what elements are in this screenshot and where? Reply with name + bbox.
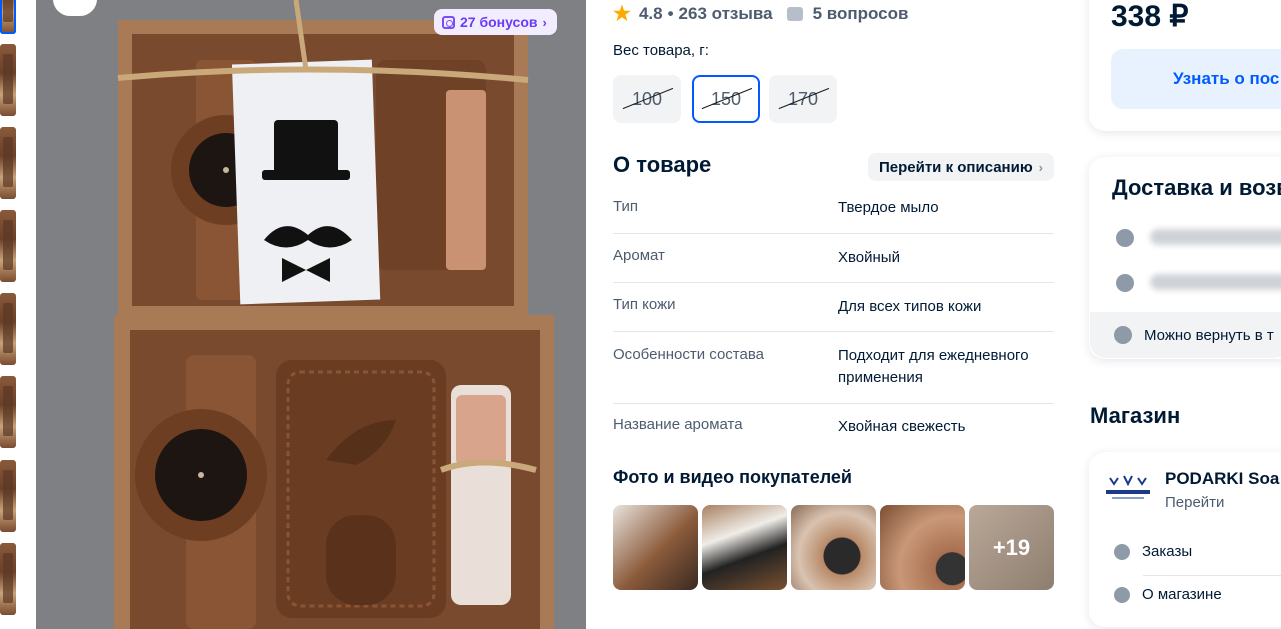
shop-about-link[interactable]: О магазине	[1114, 586, 1222, 603]
goto-description-label: Перейти к описанию	[878, 158, 1033, 176]
questions-link[interactable]: 5 вопросов	[813, 4, 909, 24]
return-text: Можно вернуть в т	[1144, 326, 1274, 344]
rating-value: 4.8	[638, 4, 663, 23]
learn-more-label: Узнать о пос	[1173, 69, 1280, 88]
thumbnail[interactable]	[0, 44, 16, 116]
spec-row: Тип Твердое мыло	[613, 196, 1054, 234]
weight-label: Вес товара, г:	[613, 42, 709, 59]
thumbnail[interactable]	[0, 210, 16, 282]
customer-photo[interactable]	[880, 505, 965, 590]
clock-icon	[1116, 274, 1134, 292]
return-icon	[1114, 326, 1132, 344]
shop-about-label: О магазине	[1142, 586, 1222, 603]
more-photos-button[interactable]: +19	[969, 505, 1054, 590]
customer-photo[interactable]	[702, 505, 787, 590]
thumbnail[interactable]	[0, 127, 16, 199]
shop-orders-link[interactable]: Заказы	[1114, 543, 1192, 560]
spec-value: Хвойный	[838, 249, 900, 266]
thumbnail[interactable]	[0, 460, 16, 532]
customer-photos-title: Фото и видео покупателей	[613, 467, 852, 487]
goto-description-button[interactable]: Перейти к описанию ›	[868, 153, 1054, 181]
spec-value: Хвойная свежесть	[838, 418, 966, 435]
customer-photo[interactable]	[613, 505, 698, 590]
thumbnail[interactable]	[0, 543, 16, 615]
info-icon	[1114, 586, 1130, 603]
spec-name: Тип кожи	[613, 296, 676, 313]
shop-logo[interactable]	[1104, 470, 1152, 504]
more-photos-count: +19	[992, 534, 1031, 560]
about-title: О товаре	[613, 152, 712, 177]
spec-name: Аромат	[613, 247, 665, 264]
thumbnail-strip	[0, 0, 22, 629]
delivery-address-blurred[interactable]	[1150, 229, 1281, 245]
spec-name: Название аромата	[613, 416, 743, 433]
return-info[interactable]: Можно вернуть в т	[1090, 312, 1281, 358]
chevron-right-icon: ›	[1038, 159, 1043, 175]
delivery-time-blurred	[1150, 274, 1281, 290]
spec-value: Подходит для ежедневного применения	[838, 347, 1029, 386]
spec-row: Тип кожи Для всех типов кожи	[613, 283, 1054, 332]
delivery-title: Доставка и возв	[1112, 175, 1281, 200]
bonus-badge[interactable]: 27 бонусов ›	[434, 9, 557, 35]
spec-row: Название аромата Хвойная свежесть	[613, 404, 1054, 448]
price: 338 ₽	[1111, 0, 1189, 33]
shop-title: Магазин	[1090, 403, 1181, 428]
orders-icon	[1114, 543, 1130, 560]
weight-option-150[interactable]: 150	[692, 75, 760, 123]
spec-name: Тип	[613, 198, 639, 215]
location-icon	[1116, 229, 1134, 247]
shop-goto-link[interactable]: Перейти	[1165, 494, 1224, 511]
learn-more-button[interactable]: Узнать о пос	[1111, 49, 1281, 109]
question-icon	[786, 7, 803, 21]
bonus-label: 27 бонусов	[460, 14, 538, 30]
spec-value: Для всех типов кожи	[838, 298, 982, 315]
thumbnail[interactable]	[0, 0, 16, 34]
spec-row: Аромат Хвойный	[613, 234, 1054, 283]
weight-option-170[interactable]: 170	[769, 75, 837, 123]
spec-row: Особенности состава Подходит для ежеднев…	[613, 332, 1054, 404]
star-icon: ★	[613, 3, 631, 25]
rating-separator: •	[667, 4, 674, 23]
spec-value: Твердое мыло	[838, 199, 939, 216]
product-image	[36, 0, 586, 629]
thumbnail[interactable]	[0, 293, 16, 365]
customer-photo[interactable]	[791, 505, 876, 590]
weight-option-100[interactable]: 100	[613, 75, 681, 123]
thumbnail[interactable]	[0, 376, 16, 448]
shop-orders-label: Заказы	[1142, 543, 1193, 560]
rating-row[interactable]: ★ 4.8 • 263 отзыва 5 вопросов	[613, 4, 908, 24]
spec-name: Особенности состава	[613, 346, 764, 363]
shop-name[interactable]: PODARKI Soa	[1165, 469, 1279, 489]
chevron-right-icon: ›	[542, 14, 547, 30]
main-product-photo[interactable]: 27 бонусов ›	[36, 0, 586, 629]
bonus-icon	[442, 15, 455, 29]
reviews-link[interactable]: 263 отзыва	[679, 4, 773, 24]
divider	[1143, 575, 1281, 576]
